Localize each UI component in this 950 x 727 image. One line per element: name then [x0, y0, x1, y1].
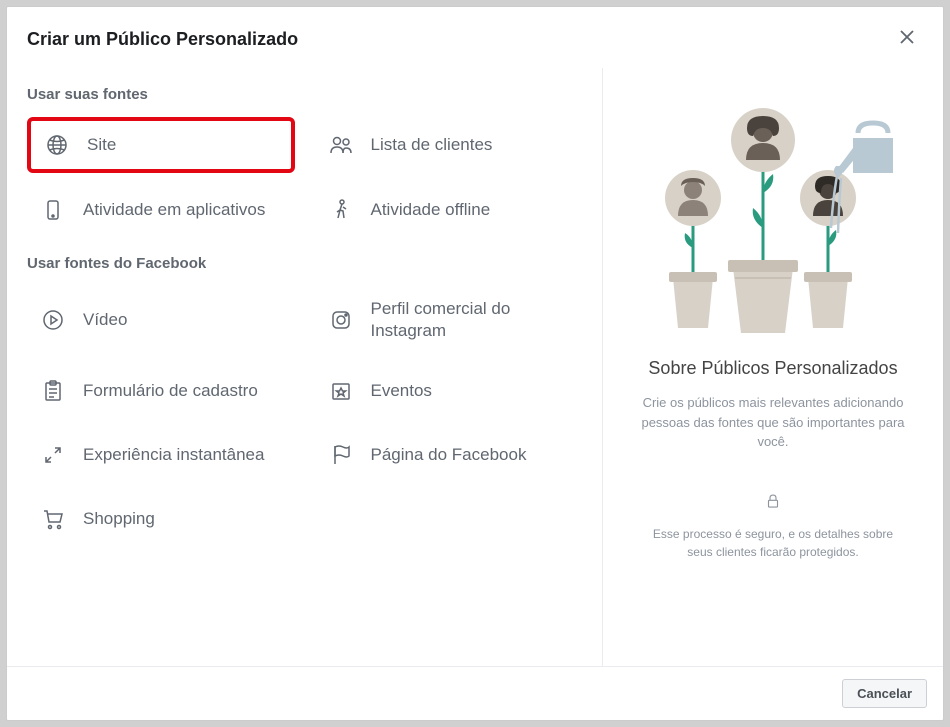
- info-title: Sobre Públicos Personalizados: [648, 358, 897, 379]
- close-button[interactable]: [891, 25, 923, 54]
- option-customer-list[interactable]: Lista de clientes: [315, 117, 583, 173]
- audience-illustration: [643, 98, 903, 338]
- option-events[interactable]: Eventos: [315, 364, 583, 418]
- option-label: Experiência instantânea: [83, 444, 264, 466]
- option-shopping[interactable]: Shopping: [27, 492, 295, 546]
- close-icon: [899, 29, 915, 45]
- option-label: Lista de clientes: [371, 134, 493, 156]
- modal-body: Usar suas fontes Site Lista de clientes: [7, 68, 943, 666]
- your-sources-heading: Usar suas fontes: [27, 86, 582, 103]
- sources-panel: Usar suas fontes Site Lista de clientes: [27, 68, 603, 666]
- option-label: Atividade offline: [371, 199, 491, 221]
- info-panel: Sobre Públicos Personalizados Crie os pú…: [603, 68, 923, 666]
- option-site[interactable]: Site: [27, 117, 295, 173]
- option-app-activity[interactable]: Atividade em aplicativos: [27, 183, 295, 237]
- expand-icon: [41, 443, 65, 467]
- modal-header: Criar um Público Personalizado: [7, 7, 943, 68]
- clipboard-icon: [41, 379, 65, 403]
- option-offline-activity[interactable]: Atividade offline: [315, 183, 583, 237]
- option-label: Site: [87, 134, 116, 156]
- people-icon: [329, 133, 353, 157]
- globe-icon: [45, 133, 69, 157]
- option-label: Página do Facebook: [371, 444, 527, 466]
- option-label: Formulário de cadastro: [83, 380, 258, 402]
- option-instant-experience[interactable]: Experiência instantânea: [27, 428, 295, 482]
- option-label: Atividade em aplicativos: [83, 199, 265, 221]
- option-label: Shopping: [83, 508, 155, 530]
- mobile-icon: [41, 198, 65, 222]
- option-video[interactable]: Vídeo: [27, 286, 295, 354]
- instagram-icon: [329, 308, 353, 332]
- security-text: Esse processo é seguro, e os detalhes so…: [633, 525, 913, 561]
- facebook-sources-heading: Usar fontes do Facebook: [27, 255, 582, 272]
- create-audience-modal: Criar um Público Personalizado Usar suas…: [6, 6, 944, 721]
- cart-icon: [41, 507, 65, 531]
- modal-title: Criar um Público Personalizado: [27, 29, 298, 50]
- option-facebook-page[interactable]: Página do Facebook: [315, 428, 583, 482]
- play-icon: [41, 308, 65, 332]
- modal-footer: Cancelar: [7, 666, 943, 720]
- flag-icon: [329, 443, 353, 467]
- cancel-button[interactable]: Cancelar: [842, 679, 927, 708]
- lock-icon: [633, 492, 913, 515]
- option-lead-form[interactable]: Formulário de cadastro: [27, 364, 295, 418]
- walking-icon: [329, 198, 353, 222]
- info-description: Crie os públicos mais relevantes adicion…: [633, 393, 913, 452]
- star-calendar-icon: [329, 379, 353, 403]
- option-label: Eventos: [371, 380, 432, 402]
- option-instagram-profile[interactable]: Perfil comercial do Instagram: [315, 286, 583, 354]
- option-label: Vídeo: [83, 309, 127, 331]
- option-label: Perfil comercial do Instagram: [371, 298, 569, 342]
